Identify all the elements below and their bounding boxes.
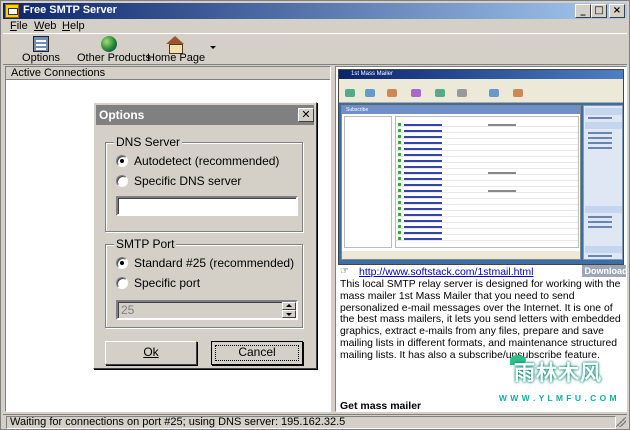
- menu-help[interactable]: Help: [62, 20, 85, 32]
- menu-file[interactable]: File: [10, 20, 28, 32]
- window-title: Free SMTP Server: [23, 4, 117, 16]
- dialog-title-bar[interactable]: Options ✕: [96, 105, 314, 125]
- options-button-label: Options: [22, 52, 60, 64]
- port-spin-control[interactable]: [282, 302, 296, 318]
- product-screenshot: 1st Mass Mailer Subscribe: [338, 69, 624, 265]
- dialog-close-button[interactable]: ✕: [298, 108, 314, 122]
- menu-web[interactable]: Web: [34, 20, 56, 32]
- other-products-button[interactable]: Other Products: [77, 35, 151, 65]
- other-products-label: Other Products: [77, 52, 151, 64]
- ok-button-label: Ok: [143, 345, 159, 359]
- promo-link-row: ☞ http://www.softstack.com/1stmail.html …: [340, 265, 626, 279]
- title-bar[interactable]: Free SMTP Server _ □ ×: [3, 3, 627, 19]
- home-page-label: Home Page: [147, 52, 206, 64]
- screenshot-title: 1st Mass Mailer: [339, 70, 623, 79]
- home-page-button[interactable]: Home Page: [147, 35, 205, 65]
- screenshot-body: Subscribe: [341, 105, 581, 260]
- main-window: Free SMTP Server _ □ × File Web Help Opt…: [0, 0, 630, 430]
- cancel-button[interactable]: Cancel: [211, 341, 303, 365]
- resize-grip-icon[interactable]: [616, 417, 626, 427]
- screenshot-caption: Subscribe: [342, 106, 580, 114]
- promo-description: This local SMTP relay server is designed…: [340, 279, 621, 361]
- screenshot-list: [395, 116, 579, 248]
- specific-port-radio[interactable]: [116, 277, 128, 289]
- status-text: Waiting for connections on port #25; usi…: [6, 416, 616, 429]
- screenshot-menu: [339, 79, 623, 87]
- app-icon: [5, 4, 19, 18]
- promo-panel: 1st Mass Mailer Subscribe ☞ http://www.s…: [335, 66, 627, 412]
- home-icon: [166, 36, 184, 54]
- get-mass-mailer[interactable]: Get mass mailer: [340, 400, 421, 411]
- menu-bar: File Web Help: [3, 19, 627, 33]
- watermark: 雨林木风 W W W . Y L M F U . C O M: [492, 353, 624, 409]
- port-value: 25: [121, 303, 135, 317]
- screenshot-status: [342, 251, 580, 259]
- minimize-button[interactable]: _: [575, 4, 591, 18]
- ok-button[interactable]: Ok: [105, 341, 197, 365]
- globe-icon: [101, 36, 117, 52]
- spin-down-icon[interactable]: [282, 310, 296, 318]
- port-stepper[interactable]: 25: [116, 300, 298, 320]
- status-bar: Waiting for connections on port #25; usi…: [3, 414, 627, 429]
- dns-server-group: DNS Server Autodetect (recommended) Spec…: [105, 135, 303, 232]
- watermark-logo: 雨林木风: [514, 361, 602, 385]
- options-icon: [33, 36, 49, 52]
- standard-port-label[interactable]: Standard #25 (recommended): [134, 256, 294, 270]
- options-button[interactable]: Options: [21, 35, 61, 65]
- specific-dns-label[interactable]: Specific DNS server: [134, 174, 241, 188]
- promo-link[interactable]: http://www.softstack.com/1stmail.html: [359, 266, 533, 278]
- download-button[interactable]: Download: [582, 265, 626, 277]
- autodetect-dns-radio[interactable]: [116, 155, 128, 167]
- maximize-button[interactable]: □: [591, 4, 607, 18]
- dialog-title: Options: [99, 108, 145, 122]
- smtp-port-group: SMTP Port Standard #25 (recommended) Spe…: [105, 237, 303, 328]
- dns-server-input[interactable]: [116, 196, 298, 216]
- standard-port-radio[interactable]: [116, 257, 128, 269]
- toolbar: Options Other Products Home Page: [3, 33, 627, 65]
- screenshot-tree: [344, 116, 392, 248]
- autodetect-dns-label[interactable]: Autodetect (recommended): [134, 154, 279, 168]
- cancel-focus-rect: [215, 345, 299, 361]
- screenshot-sidebar: [583, 105, 623, 260]
- smtp-port-group-title: SMTP Port: [114, 237, 177, 251]
- specific-dns-radio[interactable]: [116, 175, 128, 187]
- specific-port-label[interactable]: Specific port: [134, 276, 200, 290]
- active-connections-header: Active Connections: [6, 67, 330, 80]
- home-page-dropdown-icon[interactable]: [210, 46, 216, 49]
- spin-up-icon[interactable]: [282, 302, 296, 310]
- screenshot-toolbar: [339, 87, 623, 103]
- hand-pointer-icon: ☞: [340, 266, 349, 277]
- close-button[interactable]: ×: [609, 4, 625, 18]
- watermark-url: W W W . Y L M F U . C O M: [498, 393, 618, 403]
- dns-server-group-title: DNS Server: [114, 135, 183, 149]
